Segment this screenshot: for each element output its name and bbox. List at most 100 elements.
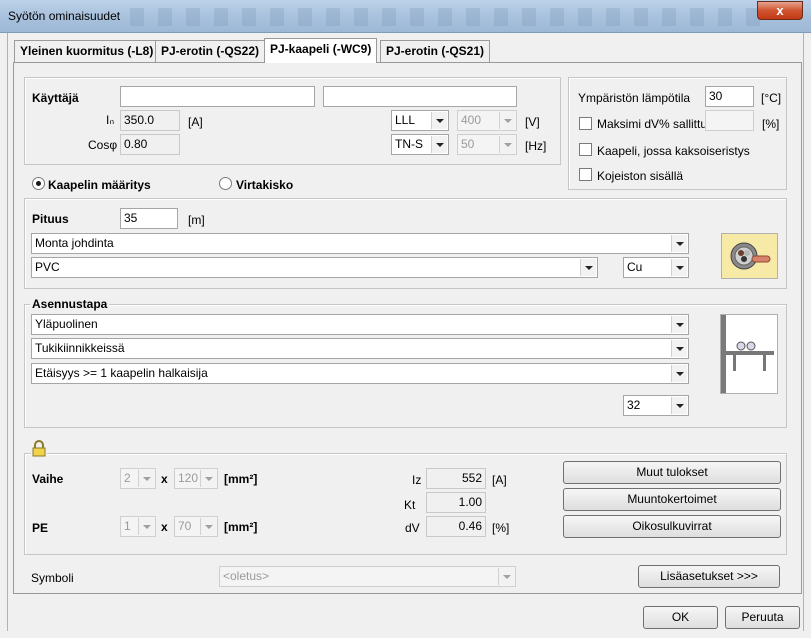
max-dv-checkbox[interactable] — [579, 117, 592, 130]
cos-field: 0.80 — [120, 134, 180, 155]
ib-label: Iₙ — [106, 113, 115, 127]
user-field-1[interactable] — [120, 86, 315, 107]
temperature-label: Ympäristön lämpötila — [578, 91, 691, 105]
more-settings-button[interactable]: Lisäasetukset >>> — [638, 565, 780, 588]
pe-size-select: 70 — [174, 516, 218, 537]
chevron-down-icon — [671, 365, 687, 382]
length-input[interactable]: 35 — [120, 208, 178, 229]
phase-label: Vaihe — [32, 472, 64, 486]
chevron-down-icon — [200, 470, 216, 487]
busbar-label: Virtakisko — [236, 178, 294, 192]
conversion-factors-button[interactable]: Muuntokertoimet — [563, 488, 781, 511]
double-insulated-label: Kaapeli, jossa kaksoiseristys — [597, 144, 750, 158]
iz-field: 552 — [426, 468, 486, 489]
chevron-down-icon — [200, 518, 216, 535]
chevron-down-icon — [431, 136, 447, 153]
double-insulated-checkbox[interactable] — [579, 143, 592, 156]
pe-count-value: 1 — [124, 519, 131, 533]
insulation-select[interactable]: PVC — [31, 257, 598, 278]
cable-definition-radio[interactable] — [32, 177, 45, 190]
installation-image — [720, 314, 778, 394]
pe-size-value: 70 — [178, 519, 192, 533]
max-dv-label: Maksimi dV% sallittu — [597, 117, 708, 131]
symbol-select: <oletus> — [219, 566, 516, 587]
tab-disconnector-qs21[interactable]: PJ-erotin (-QS21) — [380, 40, 491, 62]
background-toolbar — [130, 8, 760, 26]
pe-label: PE — [32, 521, 49, 535]
busbar-radio[interactable] — [219, 177, 232, 190]
support-select[interactable]: Tukikiinnikkeissä — [31, 338, 689, 359]
installation-method-select[interactable]: Yläpuolinen — [31, 314, 689, 335]
symbol-label: Symboli — [31, 571, 74, 585]
tab-general-load[interactable]: Yleinen kuormitus (-L8) — [14, 40, 160, 62]
earthing-select[interactable]: TN-S — [391, 134, 449, 155]
installation-temp-select[interactable]: 32 — [623, 395, 689, 416]
installation-title: Asennustapa — [30, 297, 110, 311]
temperature-input[interactable]: 30 — [705, 86, 754, 107]
material-select[interactable]: Cu — [623, 257, 689, 278]
close-button[interactable]: x — [757, 1, 803, 20]
cable-tray-icon — [721, 315, 774, 393]
max-dv-field — [705, 110, 754, 131]
max-dv-unit: [%] — [762, 117, 780, 131]
pe-count-select: 1 — [120, 516, 156, 537]
conductor-type-select[interactable]: Monta johdinta — [31, 233, 689, 254]
kt-field: 1.00 — [426, 492, 486, 513]
kt-label: Kt — [404, 498, 416, 512]
cable-image — [721, 233, 778, 279]
ib-unit: [A] — [188, 115, 203, 129]
chevron-down-icon — [671, 397, 687, 414]
frequency-select-value: 50 — [461, 137, 475, 151]
system-select-value: LLL — [395, 113, 416, 127]
short-circuit-button[interactable]: Oikosulkuvirrat — [563, 515, 781, 538]
iz-unit: [A] — [492, 473, 507, 487]
dv-field: 0.46 — [426, 516, 486, 537]
phase-count-select: 2 — [120, 468, 156, 489]
chevron-down-icon — [431, 112, 447, 129]
dv-unit: [%] — [492, 521, 510, 535]
chevron-down-icon — [671, 340, 687, 357]
installation-method-value: Yläpuolinen — [35, 317, 98, 331]
lock-icon[interactable] — [31, 440, 47, 457]
chevron-down-icon — [499, 136, 515, 153]
temperature-unit: [°C] — [761, 91, 782, 105]
user-field-2[interactable] — [323, 86, 517, 107]
phase-size-value: 120 — [178, 471, 199, 485]
phase-x-label: x — [161, 472, 168, 486]
material-value: Cu — [627, 260, 643, 274]
cancel-button[interactable]: Peruuta — [725, 606, 800, 629]
symbol-value: <oletus> — [223, 569, 270, 583]
length-unit: [m] — [188, 213, 205, 227]
voltage-unit: [V] — [525, 115, 540, 129]
voltage-select-value: 400 — [461, 113, 482, 127]
cable-definition-label: Kaapelin määritys — [48, 178, 151, 192]
voltage-select: 400 — [457, 110, 517, 131]
support-value: Tukikiinnikkeissä — [35, 341, 125, 355]
frequency-select: 50 — [457, 134, 517, 155]
chevron-down-icon — [671, 235, 687, 252]
ok-button[interactable]: OK — [643, 606, 718, 629]
tab-disconnector-qs22[interactable]: PJ-erotin (-QS22) — [155, 40, 266, 62]
chevron-down-icon — [138, 470, 154, 487]
system-select[interactable]: LLL — [391, 110, 449, 131]
user-label: Käyttäjä — [32, 91, 79, 105]
spacing-value: Etäisyys >= 1 kaapelin halkaisija — [35, 366, 208, 380]
length-label: Pituus — [32, 212, 69, 226]
insulation-value: PVC — [35, 260, 60, 274]
iz-label: Iz — [412, 473, 422, 487]
conductor-type-value: Monta johdinta — [35, 236, 114, 250]
cable-icon — [730, 242, 771, 270]
cos-label: Cosφ — [88, 138, 118, 152]
inside-switchgear-checkbox[interactable] — [579, 168, 592, 181]
chevron-down-icon — [138, 518, 154, 535]
ib-field: 350.0 — [120, 110, 180, 131]
frequency-unit: [Hz] — [525, 139, 547, 153]
dv-label: dV — [405, 521, 420, 535]
pe-x-label: x — [161, 520, 168, 534]
other-results-button[interactable]: Muut tulokset — [563, 461, 781, 484]
chevron-down-icon — [498, 568, 514, 585]
pe-unit: [mm²] — [224, 520, 258, 534]
tab-cable-wc9[interactable]: PJ-kaapeli (-WC9) — [264, 38, 378, 63]
spacing-select[interactable]: Etäisyys >= 1 kaapelin halkaisija — [31, 363, 689, 384]
installation-temp-value: 32 — [627, 398, 641, 412]
